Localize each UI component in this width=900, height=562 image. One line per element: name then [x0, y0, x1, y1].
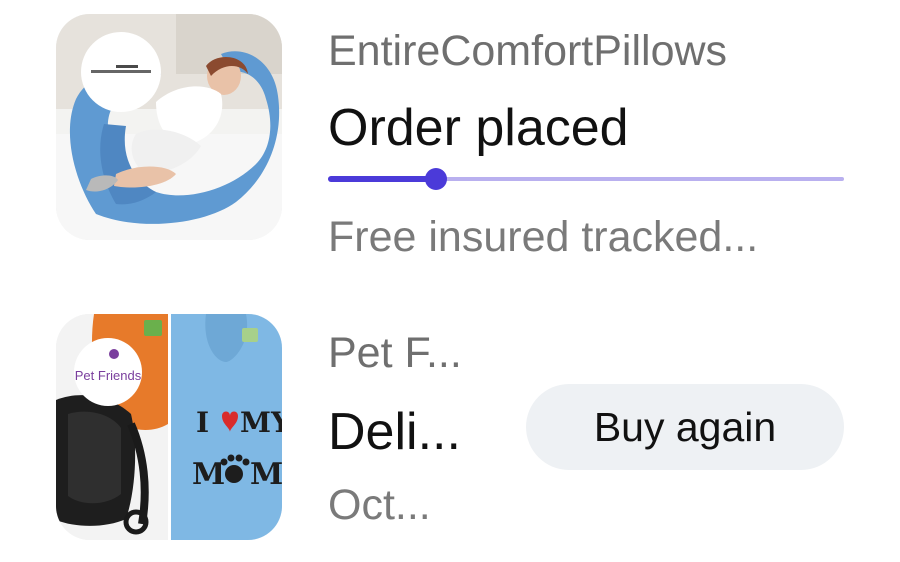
order-status: Deli... — [328, 403, 461, 461]
product-thumbnail[interactable] — [56, 14, 282, 240]
shop-name: EntireComfortPillows — [328, 27, 728, 75]
brand-logo-text: Pet Friends — [75, 368, 142, 383]
delivery-date: Oct... — [328, 481, 431, 529]
shop-name: Pet F... — [328, 329, 462, 377]
order-progress-bar — [328, 168, 844, 190]
product-thumbnail[interactable]: Pet Friends I MY M M — [56, 314, 282, 540]
hoodie-print-text: M — [192, 457, 225, 492]
hoodie-print-text: M — [250, 457, 282, 492]
body-pillow-product-image — [56, 14, 282, 240]
shipping-detail: Free insured tracked... — [328, 213, 759, 261]
hoodie-print-text: I — [196, 406, 209, 439]
order-item[interactable]: Pet Friends I MY M M Pet F... Deli... Oc… — [0, 300, 900, 562]
order-status: Order placed — [328, 99, 629, 157]
pet-hoodie-product-image: Pet Friends I MY M M — [56, 314, 282, 540]
progress-indicator — [425, 168, 448, 190]
order-item[interactable]: EntireComfortPillows Order placed Free i… — [0, 0, 900, 270]
buy-again-button[interactable]: Buy again — [526, 384, 844, 470]
hoodie-print-text: MY — [240, 406, 282, 439]
progress-fill — [328, 176, 437, 182]
